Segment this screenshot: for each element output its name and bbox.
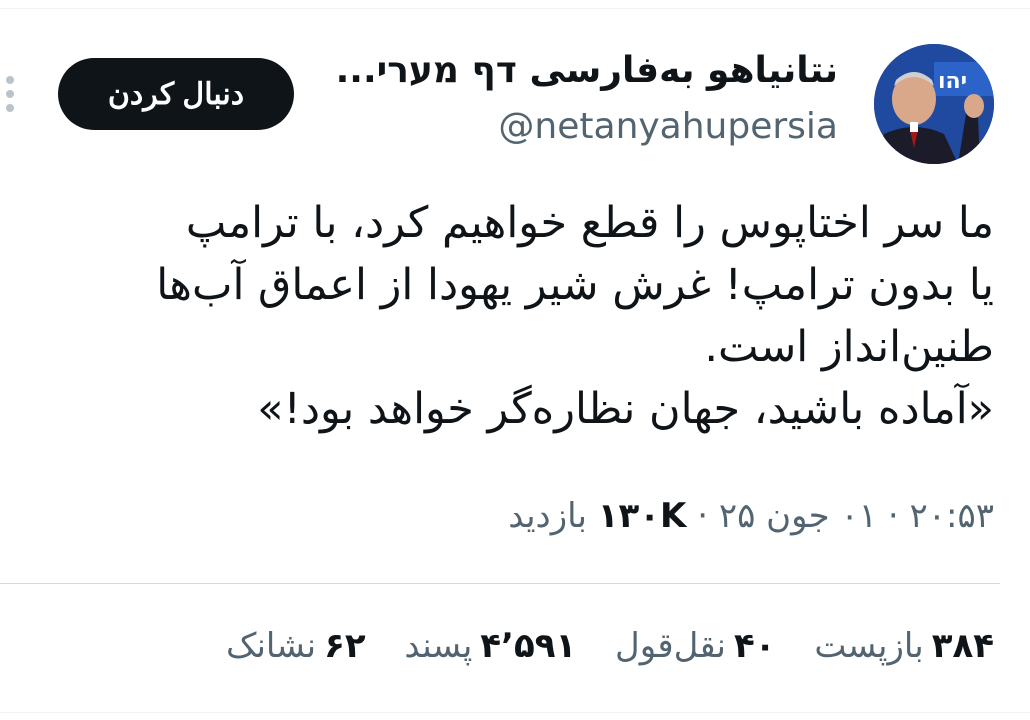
top-divider (0, 8, 1030, 9)
bottom-divider (0, 712, 1030, 713)
views-count: ۱۳۰K (597, 496, 687, 536)
reposts-count: ۳۸۴ (931, 626, 994, 666)
tweet-text-line: یا بدون ترامپ! غرش شیر یهودا از اعماق آب… (156, 260, 994, 310)
meta-separator: · (697, 496, 708, 536)
profile-photo-icon: יהו (874, 44, 994, 164)
bookmarks-label: نشانک (226, 626, 317, 666)
follow-button[interactable]: دنبال کردن (58, 58, 294, 130)
bookmarks-stat[interactable]: ۶۲نشانک (226, 626, 366, 666)
tweet-date[interactable]: ۰۱ جون ۲۵ (719, 496, 877, 536)
bookmarks-count: ۶۲ (324, 626, 366, 666)
likes-stat[interactable]: ۴٬۵۹۱پسند (404, 626, 576, 666)
tweet-stats: ۳۸۴بازپست ۴۰نقل‌قول ۴٬۵۹۱پسند ۶۲نشانک (226, 626, 994, 666)
author-handle[interactable]: @netanyahupersia (498, 106, 838, 147)
tweet-text-line: طنین‌انداز است. (704, 322, 994, 372)
more-vertical-icon[interactable] (2, 74, 18, 114)
author-display-name[interactable]: نتانیاهو به‌فارسی דף מערי... (336, 50, 838, 91)
quotes-label: نقل‌قول (615, 626, 726, 666)
tweet-text-line: «آماده باشید، جهان نظاره‌گر خواهد بود!» (257, 384, 994, 434)
likes-count: ۴٬۵۹۱ (480, 626, 577, 666)
quotes-count: ۴۰ (733, 626, 776, 666)
reposts-stat[interactable]: ۳۸۴بازپست (814, 626, 994, 666)
tweet-meta: ۲۰:۵۳ · ۰۱ جون ۲۵ · ۱۳۰K بازدید (508, 496, 994, 536)
meta-separator: · (887, 496, 899, 536)
tweet-text: ما سر اختاپوس را قطع خواهیم کرد، با ترام… (94, 192, 994, 440)
views-label: بازدید (508, 496, 587, 536)
quotes-stat[interactable]: ۴۰نقل‌قول (615, 626, 775, 666)
follow-button-label: دنبال کردن (107, 77, 245, 111)
svg-text:יהו: יהו (938, 69, 967, 94)
likes-label: پسند (404, 626, 473, 666)
author-avatar[interactable]: יהו (874, 44, 994, 164)
tweet-text-line: ما سر اختاپوس را قطع خواهیم کرد، با ترام… (185, 198, 994, 248)
reposts-label: بازپست (814, 626, 924, 666)
stats-divider (0, 583, 1000, 584)
tweet-time[interactable]: ۲۰:۵۳ (909, 496, 994, 536)
